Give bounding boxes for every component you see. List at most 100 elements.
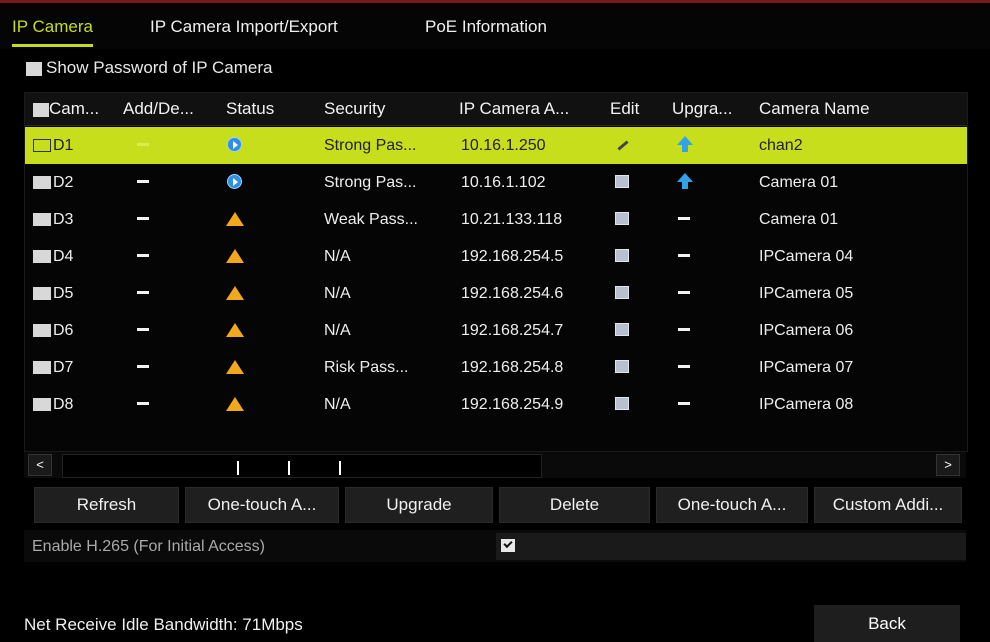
add-delete-icon[interactable] (137, 217, 149, 220)
table-header: Cam... Add/De... Status Security IP Came… (25, 93, 967, 126)
refresh-button[interactable]: Refresh (34, 487, 179, 523)
row-id-label: D4 (53, 248, 74, 265)
warning-icon (226, 397, 244, 411)
row-ip: 192.168.254.6 (461, 285, 564, 302)
row-id[interactable]: D2 (33, 174, 73, 192)
row-security: N/A (324, 396, 351, 413)
header-add-delete[interactable]: Add/De... (123, 99, 194, 119)
edit-icon[interactable] (615, 360, 629, 373)
row-security: N/A (324, 248, 351, 265)
table-row[interactable]: D3 Weak Pass... 10.21.133.118 Camera 01 (25, 201, 967, 238)
edit-icon[interactable] (615, 212, 629, 225)
row-id[interactable]: D8 (33, 396, 73, 414)
edit-icon[interactable] (615, 323, 629, 336)
one-touch-adding-button[interactable]: One-touch A... (656, 487, 808, 523)
header-edit[interactable]: Edit (610, 99, 639, 119)
row-id[interactable]: D1 (33, 137, 73, 155)
horizontal-scrollbar[interactable]: < > (24, 452, 966, 478)
edit-icon[interactable] (615, 286, 629, 299)
row-camera-name: chan2 (759, 137, 803, 154)
row-checkbox[interactable] (33, 139, 51, 153)
table-row[interactable]: D6 N/A 192.168.254.7 IPCamera 06 (25, 312, 967, 349)
row-id[interactable]: D5 (33, 285, 73, 303)
custom-adding-button[interactable]: Custom Addi... (814, 487, 962, 523)
back-button[interactable]: Back (814, 605, 960, 642)
show-password-label: Show Password of IP Camera (46, 58, 273, 77)
scroll-tick (339, 461, 341, 475)
select-all-checkbox[interactable] (33, 102, 49, 117)
add-delete-icon[interactable] (137, 402, 149, 405)
show-password-checkbox[interactable] (26, 61, 42, 76)
table-row[interactable]: D5 N/A 192.168.254.6 IPCamera 05 (25, 275, 967, 312)
row-security: N/A (324, 285, 351, 302)
tab-poe-information[interactable]: PoE Information (425, 17, 547, 43)
row-camera-name: IPCamera 07 (759, 359, 854, 376)
delete-button[interactable]: Delete (499, 487, 650, 523)
row-checkbox[interactable] (33, 324, 51, 338)
header-security[interactable]: Security (324, 99, 385, 119)
row-id-label: D6 (53, 322, 74, 339)
row-camera-name: Camera 01 (759, 174, 839, 191)
tab-ip-camera-import-export[interactable]: IP Camera Import/Export (150, 17, 338, 43)
row-camera-name: IPCamera 06 (759, 322, 854, 339)
row-id[interactable]: D6 (33, 322, 73, 340)
upgrade-arrow-icon[interactable] (677, 173, 693, 189)
add-delete-icon[interactable] (137, 180, 149, 183)
scroll-right-button[interactable]: > (936, 454, 960, 476)
edit-icon[interactable] (615, 175, 629, 188)
table-row[interactable]: D7 Risk Pass... 192.168.254.8 IPCamera 0… (25, 349, 967, 386)
header-upgrade[interactable]: Upgra... (672, 99, 732, 119)
upgrade-button[interactable]: Upgrade (345, 487, 493, 523)
row-ip: 10.21.133.118 (461, 211, 563, 228)
add-delete-icon[interactable] (137, 328, 149, 331)
row-security: Weak Pass... (324, 211, 418, 228)
row-camera-name: IPCamera 08 (759, 396, 854, 413)
upgrade-none-icon (678, 217, 690, 220)
row-id[interactable]: D3 (33, 211, 73, 229)
table-row[interactable]: D2 Strong Pas... 10.16.1.102 Camera 01 (25, 164, 967, 201)
row-checkbox[interactable] (33, 176, 51, 190)
warning-icon (226, 249, 244, 263)
row-camera-name: IPCamera 04 (759, 248, 854, 265)
warning-icon (226, 323, 244, 337)
add-delete-icon[interactable] (137, 254, 149, 257)
one-touch-activate-button[interactable]: One-touch A... (185, 487, 339, 523)
add-delete-icon[interactable] (137, 291, 149, 294)
edit-icon[interactable] (615, 397, 629, 410)
table-row[interactable]: D1 Strong Pas... 10.16.1.250 chan2 (25, 127, 967, 164)
header-status[interactable]: Status (226, 99, 274, 119)
play-status-icon (227, 174, 242, 189)
edit-icon[interactable] (615, 249, 629, 262)
warning-icon (226, 212, 244, 226)
row-checkbox[interactable] (33, 398, 51, 412)
header-camera[interactable]: Cam... (33, 99, 99, 119)
row-id[interactable]: D4 (33, 248, 73, 266)
row-camera-name: Camera 01 (759, 211, 839, 228)
add-delete-icon[interactable] (137, 365, 149, 368)
row-ip: 192.168.254.9 (461, 396, 564, 413)
edit-icon[interactable] (615, 138, 629, 151)
table-row[interactable]: D4 N/A 192.168.254.5 IPCamera 04 (25, 238, 967, 275)
add-delete-icon[interactable] (137, 143, 149, 146)
header-camera-name[interactable]: Camera Name (759, 99, 870, 119)
row-ip: 10.16.1.250 (461, 137, 546, 154)
upgrade-none-icon (678, 254, 690, 257)
scroll-track[interactable] (62, 454, 542, 478)
show-password-option[interactable]: Show Password of IP Camera (26, 58, 272, 78)
row-checkbox[interactable] (33, 250, 51, 264)
table-row[interactable]: D8 N/A 192.168.254.9 IPCamera 08 (25, 386, 967, 423)
h265-checkbox[interactable] (501, 539, 515, 552)
bandwidth-status: Net Receive Idle Bandwidth: 71Mbps (24, 615, 303, 634)
scroll-tick (237, 461, 239, 475)
scroll-left-button[interactable]: < (28, 454, 52, 476)
row-id[interactable]: D7 (33, 359, 73, 377)
row-checkbox[interactable] (33, 287, 51, 301)
tab-ip-camera[interactable]: IP Camera (12, 17, 93, 47)
row-checkbox[interactable] (33, 361, 51, 375)
upgrade-none-icon (678, 291, 690, 294)
scroll-tick (288, 461, 290, 475)
row-checkbox[interactable] (33, 213, 51, 227)
row-ip: 192.168.254.8 (461, 359, 564, 376)
header-ip-address[interactable]: IP Camera A... (459, 99, 569, 119)
upgrade-arrow-icon[interactable] (677, 136, 693, 152)
